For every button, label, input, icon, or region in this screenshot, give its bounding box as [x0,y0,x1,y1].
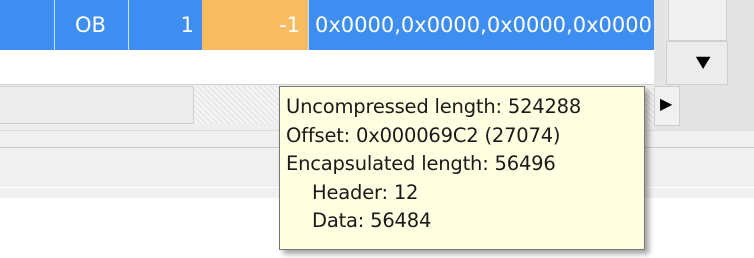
table-cell-data[interactable]: 0x0000,0x0000,0x0000,0x0000 [308,0,654,50]
table-cell-type[interactable]: OB [54,0,128,50]
tooltip: Uncompressed length: 524288 Offset: 0x00… [279,86,645,250]
vertical-scrollbar-track[interactable] [668,0,727,41]
table-cell-left[interactable] [0,0,54,50]
tooltip-data-length: Data: 56484 [312,209,432,232]
table-cell-count[interactable]: 1 [128,0,202,50]
horizontal-scrollbar-thumb[interactable] [0,86,194,124]
table-cell-value[interactable]: -1 [202,0,308,50]
tooltip-encapsulated-length: Encapsulated length: 56496 [286,152,556,175]
tooltip-offset: Offset: 0x000069C2 (27074) [286,123,561,147]
tooltip-uncompressed-length: Uncompressed length: 524288 [286,95,582,118]
chevron-down-icon: ▼ [695,52,711,71]
chevron-right-icon: ▶ [660,94,673,113]
tooltip-header-length: Header: 12 [312,180,419,204]
